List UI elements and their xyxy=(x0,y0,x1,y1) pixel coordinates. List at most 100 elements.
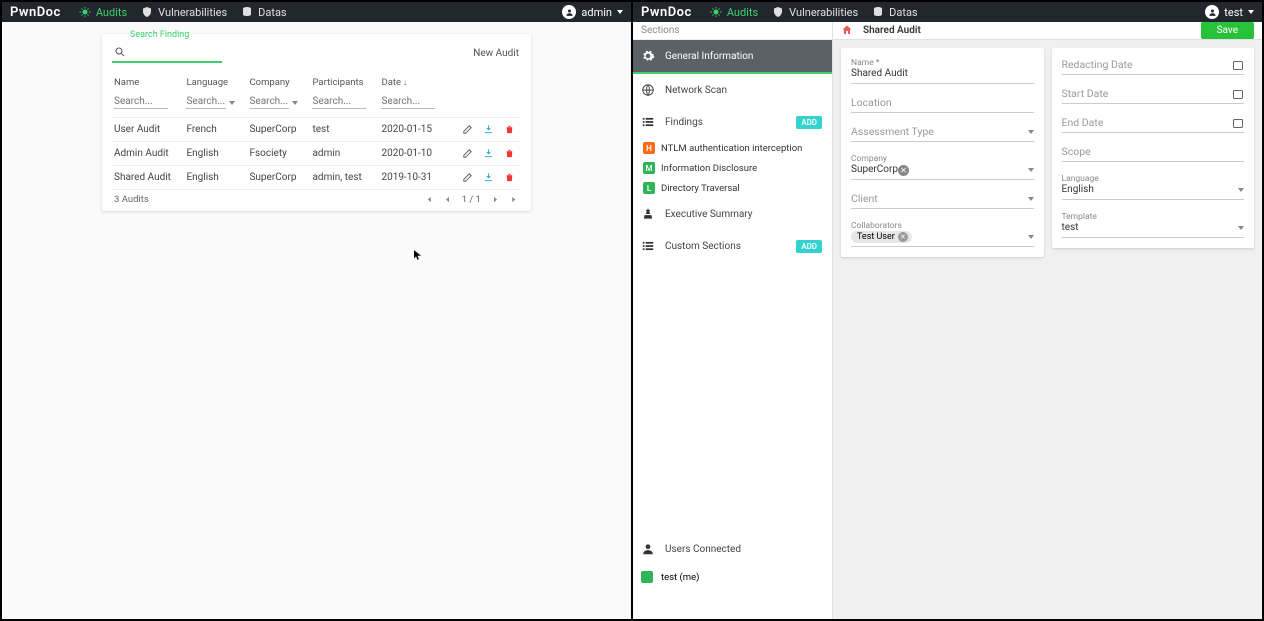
collaborators-field[interactable]: Collaborators Test User✕ xyxy=(851,219,1034,247)
user-menu[interactable]: admin xyxy=(562,5,623,19)
new-audit-button[interactable]: New Audit xyxy=(471,44,521,63)
search-label: Search Finding xyxy=(130,30,189,40)
page-next-icon[interactable] xyxy=(491,195,500,204)
section-findings[interactable]: Findings ADD xyxy=(633,106,832,138)
table-row[interactable]: Admin AuditEnglishFsocietyadmin2020-01-1… xyxy=(112,142,521,166)
table-row[interactable]: Shared AuditEnglishSuperCorpadmin, test2… xyxy=(112,166,521,190)
name-field[interactable]: Name * Shared Audit xyxy=(851,56,1034,84)
remove-chip-icon[interactable]: ✕ xyxy=(898,232,908,242)
col-date[interactable]: Date↓ xyxy=(379,73,448,94)
client-field[interactable]: Client xyxy=(851,190,1034,209)
company-field[interactable]: Company SuperCorp✕ xyxy=(851,152,1034,180)
delete-icon[interactable] xyxy=(504,124,515,135)
severity-badge: M xyxy=(643,162,655,174)
edit-icon[interactable] xyxy=(462,172,473,183)
section-general-information[interactable]: General Information xyxy=(633,40,832,74)
database-icon xyxy=(241,6,253,18)
brand: PwnDoc xyxy=(10,5,61,20)
nav-vulnerabilities[interactable]: Vulnerabilities xyxy=(141,6,227,19)
calendar-icon[interactable] xyxy=(1232,117,1244,129)
severity-badge: H xyxy=(643,142,655,154)
search-finding-field[interactable] xyxy=(112,44,222,63)
home-button[interactable] xyxy=(841,22,853,40)
delete-icon[interactable] xyxy=(504,148,515,159)
database-icon xyxy=(872,6,884,18)
filter-name[interactable] xyxy=(114,96,168,109)
list-icon xyxy=(641,115,655,129)
chevron-down-icon xyxy=(617,10,623,14)
audits-card: Search Finding New Audit Name Language C… xyxy=(102,34,531,211)
breadcrumb: Shared Audit xyxy=(863,25,921,36)
user-icon xyxy=(641,542,655,556)
page-indicator: 1 / 1 xyxy=(462,194,481,205)
assessment-type-field[interactable]: Assessment Type xyxy=(851,123,1034,142)
end-date-field[interactable]: End Date xyxy=(1062,114,1245,133)
clear-icon[interactable]: ✕ xyxy=(898,165,909,176)
finding-item[interactable]: MInformation Disclosure xyxy=(633,158,832,178)
nav-datas[interactable]: Datas xyxy=(241,6,286,19)
finding-item[interactable]: HNTLM authentication interception xyxy=(633,138,832,158)
col-participants[interactable]: Participants xyxy=(310,73,379,94)
sort-down-icon: ↓ xyxy=(403,78,407,87)
search-icon xyxy=(114,46,126,58)
audits-table: Name Language Company Participants Date↓ xyxy=(112,73,521,189)
collaborator-chip: Test User✕ xyxy=(851,231,912,243)
page-first-icon[interactable] xyxy=(424,195,433,204)
redacting-date-field[interactable]: Redacting Date xyxy=(1062,56,1245,75)
sections-sidebar: Sections General Information Network Sca… xyxy=(633,22,833,619)
bug-icon xyxy=(79,6,91,18)
chevron-down-icon xyxy=(1248,10,1254,14)
location-field[interactable]: Location xyxy=(851,94,1034,113)
table-row[interactable]: User AuditFrenchSuperCorptest2020-01-15 xyxy=(112,118,521,142)
page-last-icon[interactable] xyxy=(510,195,519,204)
chevron-down-icon xyxy=(292,101,298,105)
section-custom-sections[interactable]: Custom Sections ADD xyxy=(633,230,832,262)
add-section-button[interactable]: ADD xyxy=(796,240,822,253)
language-field[interactable]: Language English xyxy=(1062,172,1245,200)
avatar-icon xyxy=(1205,5,1219,19)
add-finding-button[interactable]: ADD xyxy=(796,116,822,129)
template-field[interactable]: Template test xyxy=(1062,210,1245,238)
section-executive-summary[interactable]: Executive Summary xyxy=(633,198,832,230)
brand: PwnDoc xyxy=(641,5,692,20)
filter-language[interactable] xyxy=(186,96,245,109)
col-company[interactable]: Company xyxy=(247,73,310,94)
start-date-field[interactable]: Start Date xyxy=(1062,85,1245,104)
finding-item[interactable]: LDirectory Traversal xyxy=(633,178,832,198)
nav-audits[interactable]: Audits xyxy=(79,6,127,19)
connected-user: test (me) xyxy=(633,565,832,589)
delete-icon[interactable] xyxy=(504,172,515,183)
chevron-down-icon xyxy=(1028,168,1034,172)
download-icon[interactable] xyxy=(483,148,494,159)
shield-icon xyxy=(772,6,784,18)
filter-participants[interactable] xyxy=(312,96,366,109)
calendar-icon[interactable] xyxy=(1232,88,1244,100)
edit-icon[interactable] xyxy=(462,148,473,159)
download-icon[interactable] xyxy=(483,124,494,135)
nav-vulnerabilities[interactable]: Vulnerabilities xyxy=(772,6,858,19)
download-icon[interactable] xyxy=(483,172,494,183)
users-connected-header: Users Connected xyxy=(633,533,832,565)
shield-icon xyxy=(141,6,153,18)
edit-icon[interactable] xyxy=(462,124,473,135)
chevron-down-icon xyxy=(1238,226,1244,230)
col-language[interactable]: Language xyxy=(184,73,247,94)
pagination: 1 / 1 xyxy=(424,194,519,205)
user-menu[interactable]: test xyxy=(1205,5,1254,19)
save-button[interactable]: Save xyxy=(1201,22,1254,39)
bug-icon xyxy=(710,6,722,18)
calendar-icon[interactable] xyxy=(1232,59,1244,71)
search-input[interactable] xyxy=(132,47,212,58)
chevron-down-icon xyxy=(1028,197,1034,201)
scope-field[interactable]: Scope xyxy=(1062,143,1245,162)
nav-datas[interactable]: Datas xyxy=(872,6,917,19)
page-prev-icon[interactable] xyxy=(443,195,452,204)
nav-audits[interactable]: Audits xyxy=(710,6,758,19)
section-network-scan[interactable]: Network Scan xyxy=(633,74,832,106)
filter-company[interactable] xyxy=(249,96,308,109)
home-icon xyxy=(841,24,853,36)
sections-header: Sections xyxy=(633,22,832,40)
filter-date[interactable] xyxy=(381,96,435,109)
audit-content: Shared Audit Save Name * Shared Audit Lo… xyxy=(833,22,1262,619)
col-name[interactable]: Name xyxy=(112,73,184,94)
